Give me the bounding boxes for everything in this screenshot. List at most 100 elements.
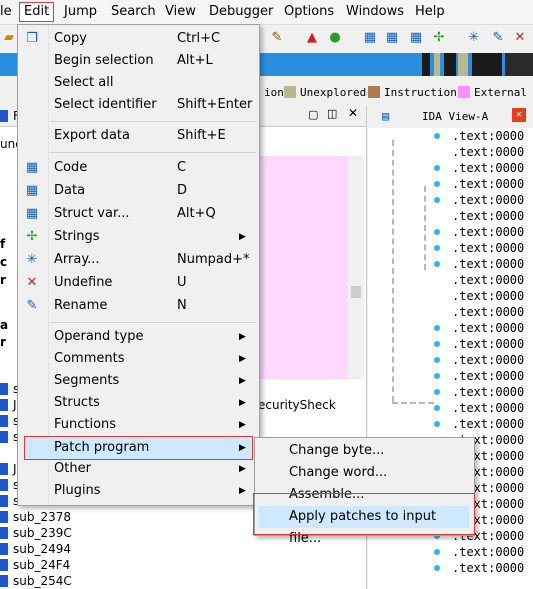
copy-icon: ❐ <box>26 31 38 46</box>
disassembly-line[interactable]: .text:0000 <box>452 304 533 320</box>
menu-search[interactable]: Search <box>111 4 156 19</box>
menu-view[interactable]: View <box>165 4 196 19</box>
data-icon[interactable]: ▦ <box>383 29 401 47</box>
menu-item-other[interactable]: Other ▶ <box>18 458 259 480</box>
menu-item-strings[interactable]: ✢ Strings ▶ <box>18 226 259 248</box>
submenu-arrow-icon: ▶ <box>239 486 246 496</box>
function-name-text: ecuritySheck <box>258 398 336 412</box>
list-item[interactable]: sub_2378 <box>0 509 100 525</box>
disassembly-line[interactable]: .text:0000 <box>452 368 533 384</box>
disassembly-line[interactable]: .text:0000 <box>452 240 533 256</box>
close-icon[interactable]: ✕ <box>348 106 358 120</box>
menu-item-select-identifier[interactable]: Select identifier Shift+Enter <box>18 94 259 116</box>
menu-item-rename[interactable]: ✎ Rename N <box>18 295 259 317</box>
strings-icon[interactable]: ✢ <box>430 29 448 47</box>
disassembly-line[interactable]: .text:0000 <box>452 416 533 432</box>
submenu-arrow-icon: ▶ <box>239 420 246 430</box>
list-item[interactable]: sub_24F4 <box>0 557 100 573</box>
menu-item-select-all[interactable]: Select all <box>18 72 259 94</box>
submenu-arrow-icon: ▶ <box>239 464 246 474</box>
menu-item-code[interactable]: ▦ Code C <box>18 157 259 179</box>
struct-icon[interactable]: ▦ <box>407 29 425 47</box>
array-icon: ✳ <box>26 252 38 267</box>
undefine-icon[interactable]: ✕ <box>511 29 529 47</box>
struct-icon: ▦ <box>25 206 39 221</box>
submenu-arrow-icon: ▶ <box>239 354 246 364</box>
disassembly-line[interactable]: .text:0000 <box>452 128 533 144</box>
menu-item-undefine[interactable]: ✕ Undefine U <box>18 272 259 294</box>
menu-item-array[interactable]: ✳ Array... Numpad+* <box>18 249 259 271</box>
menu-item-change-byte[interactable]: Change byte... <box>255 440 474 462</box>
submenu-arrow-icon: ▶ <box>239 232 246 242</box>
menu-file-fragment[interactable]: le <box>0 4 12 19</box>
menu-item-struct-var[interactable]: ▦ Struct var... Alt+Q <box>18 203 259 225</box>
legend-item: External s <box>458 86 533 99</box>
ida-view-tab[interactable]: ▤ IDA View-A ✕ <box>368 106 533 129</box>
menu-item-structs[interactable]: Structs ▶ <box>18 392 259 414</box>
edit-menu: ❐ Copy Ctrl+C Begin selection Alt+L Select… <box>17 24 260 506</box>
warning-icon[interactable]: ▲ <box>303 29 321 47</box>
code-icon: ▦ <box>25 160 39 175</box>
submenu-arrow-icon: ▶ <box>239 443 246 453</box>
highlight-region <box>256 156 348 379</box>
disassembly-line[interactable]: .text:0000 <box>452 352 533 368</box>
run-icon[interactable]: ● <box>326 29 344 47</box>
rename-icon[interactable]: ✎ <box>489 29 507 47</box>
breakpoint-dot <box>434 229 440 235</box>
menu-item-data[interactable]: ▦ Data D <box>18 180 259 202</box>
submenu-arrow-icon: ▶ <box>239 332 246 342</box>
disassembly-line[interactable]: .text:0000 <box>452 288 533 304</box>
submenu-arrow-icon: ▶ <box>239 376 246 386</box>
float-icon[interactable]: ◫ <box>327 107 337 120</box>
code-icon[interactable]: ▦ <box>361 29 379 47</box>
scrollbar[interactable] <box>348 156 364 379</box>
disassembly-line[interactable]: .text:0000 <box>452 208 533 224</box>
menu-jump[interactable]: Jump <box>64 4 97 19</box>
disassembly-line[interactable]: .text:0000 <box>452 224 533 240</box>
disassembly-line[interactable]: .text:0000 <box>452 192 533 208</box>
menu-help[interactable]: Help <box>415 4 445 19</box>
strings-icon: ✢ <box>26 229 38 244</box>
menu-item-change-word[interactable]: Change word... <box>255 462 474 484</box>
legend-item: Instruction <box>368 86 457 99</box>
array-icon[interactable]: ✳ <box>465 29 483 47</box>
close-tab-icon[interactable]: ✕ <box>512 108 526 122</box>
list-item[interactable]: sub_254C <box>0 573 100 589</box>
disassembly-line[interactable]: .text:0000 <box>452 160 533 176</box>
breakpoint-dot <box>434 421 440 427</box>
menu-debugger[interactable]: Debugger <box>209 4 273 19</box>
breakpoint-dot <box>434 325 440 331</box>
menu-options[interactable]: Options <box>284 4 334 19</box>
disassembly-line[interactable]: .text:0000 <box>452 256 533 272</box>
pen-icon[interactable]: ✎ <box>268 29 286 47</box>
disassembly-line[interactable]: .text:0000 <box>452 272 533 288</box>
menu-item-operand-type[interactable]: Operand type ▶ <box>18 326 259 348</box>
open-icon[interactable]: ▰ <box>0 29 18 47</box>
disassembly-line[interactable]: .text:0000 <box>452 560 533 576</box>
menu-item-copy[interactable]: ❐ Copy Ctrl+C <box>18 28 259 50</box>
disassembly-line[interactable]: .text:0000 <box>452 176 533 192</box>
disassembly-line[interactable]: .text:0000 <box>452 384 533 400</box>
data-icon: ▦ <box>25 183 39 198</box>
menu-edit[interactable]: Edit <box>19 2 55 22</box>
list-item[interactable]: sub_239C <box>0 525 100 541</box>
disassembly-line[interactable]: .text:0000 <box>452 400 533 416</box>
restore-icon[interactable]: ▢ <box>308 108 318 121</box>
menu-bar: le Edit Jump Search View Debugger Option… <box>0 0 533 25</box>
legend-item: Unexplored <box>284 86 366 99</box>
menu-item-functions[interactable]: Functions ▶ <box>18 414 259 436</box>
menu-item-export-data[interactable]: Export data Shift+E <box>18 125 259 147</box>
breakpoint-dot <box>434 373 440 379</box>
disassembly-line[interactable]: .text:0000 <box>452 336 533 352</box>
breakpoint-dot <box>434 181 440 187</box>
menu-item-segments[interactable]: Segments ▶ <box>18 370 259 392</box>
menu-item-patch-program[interactable]: Patch program ▶ <box>24 436 253 460</box>
menu-item-comments[interactable]: Comments ▶ <box>18 348 259 370</box>
menu-windows[interactable]: Windows <box>346 4 404 19</box>
menu-item-plugins[interactable]: Plugins ▶ <box>18 480 259 502</box>
disassembly-line[interactable]: .text:0000 <box>452 320 533 336</box>
disassembly-line[interactable]: .text:0000 <box>452 144 533 160</box>
menu-item-begin-selection[interactable]: Begin selection Alt+L <box>18 50 259 72</box>
ida-view-title: IDA View-A <box>422 110 489 123</box>
list-item[interactable]: sub_2494 <box>0 541 100 557</box>
